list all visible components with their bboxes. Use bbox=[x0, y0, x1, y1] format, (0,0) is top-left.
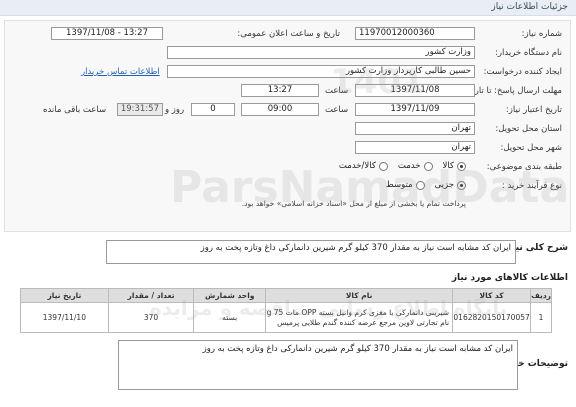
validity-label: تاریخ اعتبار نیاز: bbox=[505, 105, 562, 115]
col-header-date: تاریخ نیاز bbox=[20, 288, 109, 303]
goods-section-title: اطلاعات کالاهای مورد نیاز bbox=[451, 273, 568, 283]
requester-label: ایجاد کننده درخواست: bbox=[483, 67, 562, 77]
goods-table-header: ردیف کد کالا نام کالا واحد شمارش تعداد /… bbox=[20, 288, 552, 303]
buyer-contact-link[interactable]: اطلاعات تماس خریدار bbox=[81, 67, 160, 77]
general-desc-field[interactable]: ایران کد مشابه است نیاز به مقدار 370 کیل… bbox=[106, 240, 516, 264]
province-label: استان محل تحویل: bbox=[495, 124, 562, 134]
table-row[interactable]: 1 0162820150170057 شیرینی دانمارکی با مغ… bbox=[20, 302, 552, 333]
cell-qty: 370 bbox=[107, 302, 195, 333]
category-option-service[interactable]: خدمت bbox=[398, 161, 433, 171]
col-header-name: نام کالا bbox=[265, 288, 454, 303]
radio-empty-icon bbox=[423, 161, 433, 171]
category-option-goods-service[interactable]: کالا/خدمت bbox=[339, 161, 388, 171]
validity-time-field[interactable]: 09:00 bbox=[241, 103, 319, 116]
category-option-goods[interactable]: کالا bbox=[443, 161, 466, 171]
send-deadline-date-field[interactable]: 1397/11/08 bbox=[355, 84, 475, 97]
page-header: جزئیات اطلاعات نیاز bbox=[0, 0, 576, 16]
remaining-days-label: روز و bbox=[165, 105, 185, 115]
validity-date-field[interactable]: 1397/11/09 bbox=[355, 103, 475, 116]
process-option-medium[interactable]: متوسط bbox=[386, 180, 425, 190]
category-radio-group: کالا خدمت کالا/خدمت bbox=[339, 161, 466, 171]
cell-name-line1: شیرینی دانمارکی با مغزی کرم وانیل بسته O… bbox=[266, 307, 450, 317]
province-field[interactable]: تهران bbox=[355, 122, 475, 135]
requester-field[interactable]: حسین طالبی کارپرداز وزارت کشور bbox=[167, 65, 475, 78]
process-note: پرداخت تمام یا بخشی از مبلغ از محل «اسنا… bbox=[241, 199, 466, 208]
announce-datetime-field[interactable]: 1397/11/08 - 13:27 bbox=[51, 27, 163, 40]
need-details-panel: شماره نیاز: 11970012000360 تاریخ و ساعت … bbox=[4, 20, 571, 232]
remaining-days-field[interactable]: 0 bbox=[191, 103, 235, 116]
process-radio-group: جزیی متوسط bbox=[386, 180, 466, 190]
cell-name-line2: نام تجارتی لاوین مرجع عرضه کننده گندم طل… bbox=[277, 317, 450, 327]
col-header-qty: تعداد / مقدار bbox=[107, 288, 195, 303]
cell-name: شیرینی دانمارکی با مغزی کرم وانیل بسته O… bbox=[265, 302, 454, 333]
need-number-label: شماره نیاز: bbox=[521, 29, 562, 39]
col-header-code: کد کالا bbox=[452, 288, 532, 303]
buyer-org-label: نام دستگاه خریدار: bbox=[495, 48, 562, 58]
cell-code: 0162820150170057 bbox=[452, 302, 532, 333]
validity-time-label: ساعت bbox=[325, 105, 349, 115]
city-label: شهر محل تحویل: bbox=[500, 143, 562, 153]
remaining-time-label: ساعت باقی مانده bbox=[43, 105, 107, 115]
radio-selected-icon bbox=[457, 180, 466, 190]
send-deadline-label: مهلت ارسال پاسخ: تا تاریخ: bbox=[464, 86, 562, 96]
radio-empty-icon bbox=[378, 161, 388, 171]
process-option-minor[interactable]: جزیی bbox=[435, 180, 466, 190]
col-header-index: ردیف bbox=[530, 288, 552, 303]
announce-datetime-label: تاریخ و ساعت اعلان عمومی: bbox=[237, 29, 340, 39]
remaining-time-field: 19:31:57 bbox=[117, 103, 163, 116]
send-deadline-time-label: ساعت bbox=[325, 86, 349, 96]
process-label: نوع فرآیند خرید : bbox=[501, 181, 562, 191]
cell-index: 1 bbox=[530, 302, 552, 333]
goods-table: ردیف کد کالا نام کالا واحد شمارش تعداد /… bbox=[20, 288, 552, 333]
buyer-org-field[interactable]: وزارت کشور bbox=[167, 46, 475, 59]
radio-selected-icon bbox=[457, 161, 466, 171]
need-number-field[interactable]: 11970012000360 bbox=[355, 27, 475, 40]
cell-unit: بسته bbox=[193, 302, 267, 333]
send-deadline-time-field[interactable]: 13:27 bbox=[241, 84, 319, 97]
page-title: جزئیات اطلاعات نیاز bbox=[491, 2, 568, 12]
col-header-unit: واحد شمارش bbox=[193, 288, 267, 303]
radio-empty-icon bbox=[415, 180, 425, 190]
cell-date: 1397/11/10 bbox=[20, 302, 109, 333]
category-label: طبقه بندی موضوعی: bbox=[486, 162, 562, 172]
city-field[interactable]: تهران bbox=[355, 141, 475, 154]
buyer-notes-field[interactable]: ایران کد مشابه است نیاز به مقدار 370 کیل… bbox=[118, 340, 518, 390]
